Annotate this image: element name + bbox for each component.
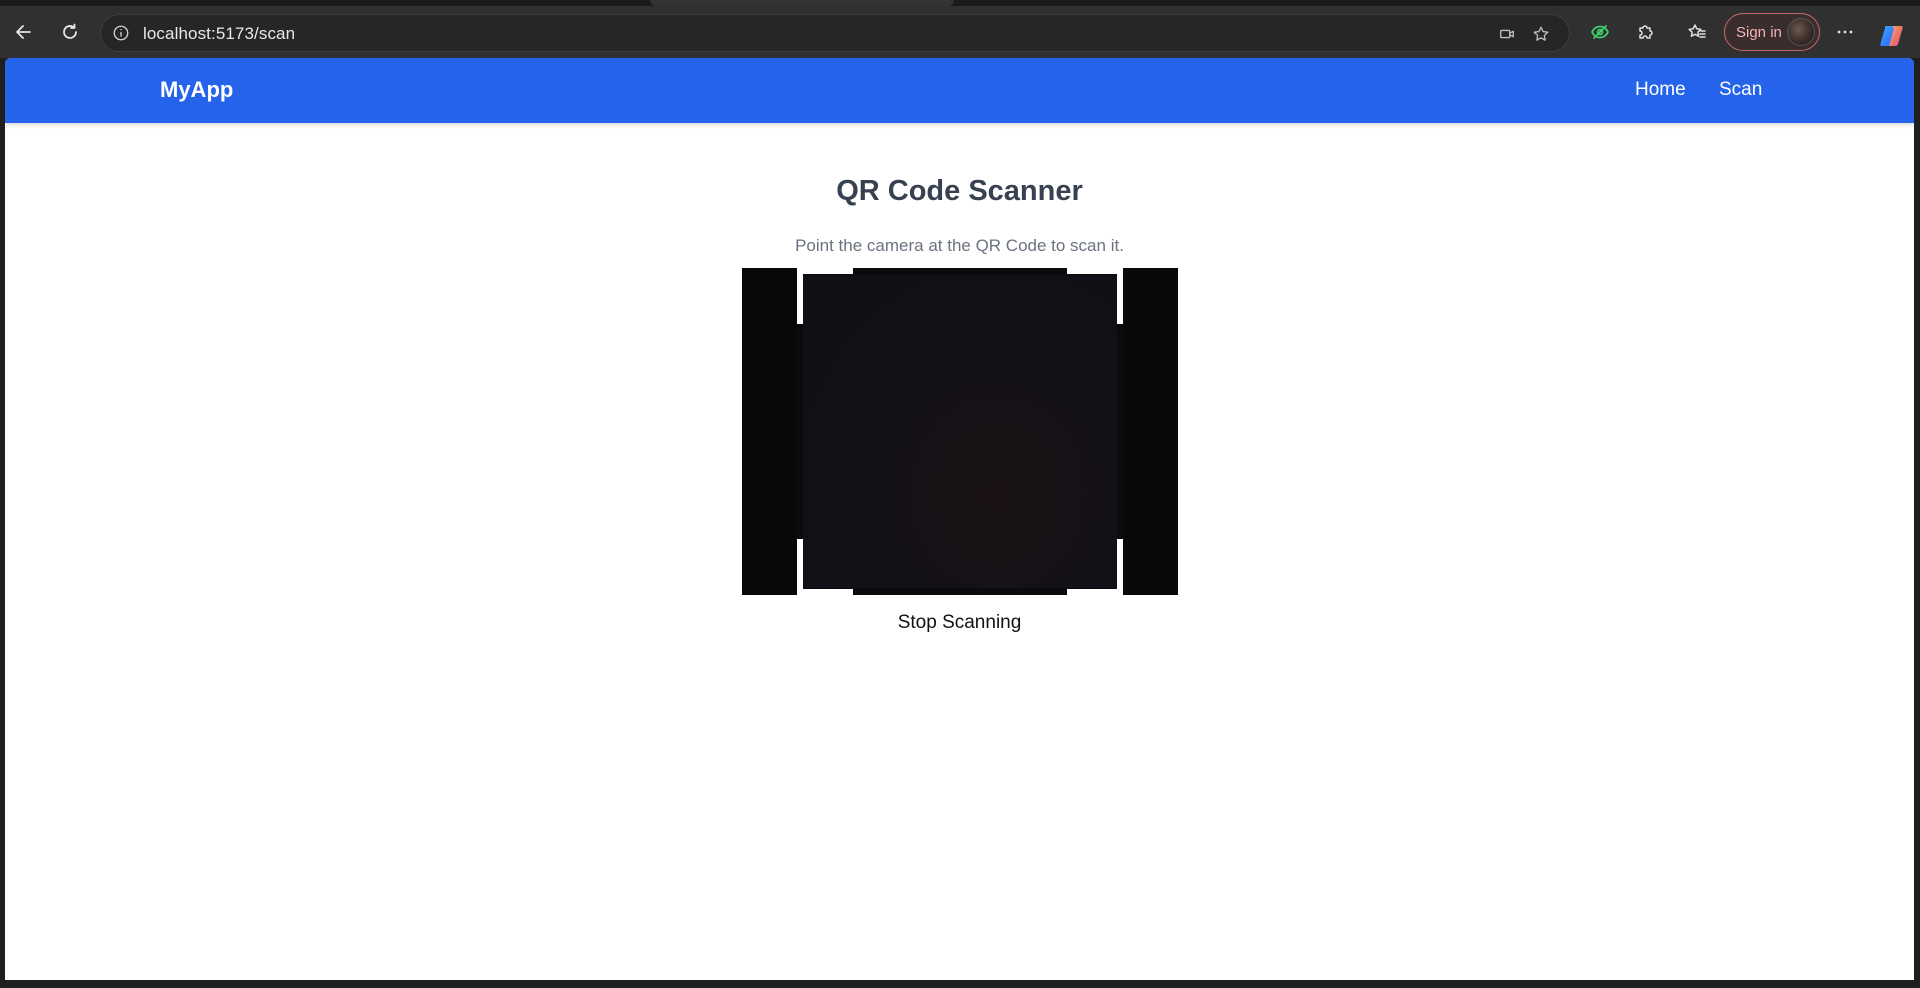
page-viewport: MyApp Home Scan QR Code Scanner Point th… [5, 58, 1914, 980]
extensions-button[interactable] [1630, 16, 1662, 48]
camera-button[interactable] [1493, 20, 1521, 48]
qr-scanner-view [742, 268, 1178, 595]
settings-menu-button[interactable] [1829, 16, 1861, 48]
puzzle-icon [1639, 25, 1653, 39]
page-subtitle: Point the camera at the QR Code to scan … [795, 236, 1124, 255]
viewfinder-corner-top-left [797, 268, 803, 324]
brand-logo[interactable]: MyApp [160, 77, 233, 103]
stop-scanning-container: Stop Scanning [5, 610, 1914, 636]
stop-scanning-button[interactable]: Stop Scanning [892, 610, 1028, 636]
favorite-button[interactable] [1527, 20, 1555, 48]
avatar [1787, 18, 1815, 46]
viewfinder-corner-bottom-right-h [1067, 589, 1123, 595]
viewfinder-corner-top-right [1117, 268, 1123, 324]
camera-icon [1500, 29, 1514, 39]
browser-toolbar: localhost:5173/scan Sign in [0, 6, 1920, 58]
app-navbar: MyApp Home Scan [5, 58, 1914, 123]
tracking-prevention-button[interactable] [1584, 16, 1616, 48]
star-icon [1533, 26, 1549, 41]
address-bar[interactable]: localhost:5173/scan [100, 14, 1570, 52]
viewfinder-corner-bottom-right [1117, 539, 1123, 595]
page-title: QR Code Scanner [836, 175, 1083, 207]
viewfinder-corner-top-right-h [1067, 268, 1123, 274]
copilot-icon[interactable] [1878, 22, 1906, 50]
camera-feed [803, 275, 1117, 588]
back-arrow-icon [16, 25, 31, 39]
more-icon [1837, 30, 1853, 34]
eye-icon [1590, 25, 1610, 39]
info-icon[interactable] [111, 23, 131, 43]
back-button[interactable] [8, 16, 40, 48]
reload-button[interactable] [54, 16, 86, 48]
nav-link-home[interactable]: Home [1635, 79, 1686, 101]
viewfinder-corner-bottom-left-h [797, 589, 853, 595]
camera-letterbox-left [742, 268, 797, 595]
sign-in-button[interactable]: Sign in [1724, 13, 1820, 51]
url-text[interactable]: localhost:5173/scan [143, 24, 295, 44]
sign-in-label: Sign in [1736, 23, 1782, 41]
favorites-icon [1688, 24, 1706, 38]
reload-icon [63, 23, 77, 39]
viewfinder-corner-bottom-left [797, 539, 803, 595]
window-bottom-edge [0, 980, 1920, 988]
viewfinder-corner-top-left-h [797, 268, 853, 274]
favorites-button[interactable] [1681, 16, 1713, 48]
camera-letterbox-right [1123, 268, 1178, 595]
nav-link-scan[interactable]: Scan [1719, 79, 1762, 101]
